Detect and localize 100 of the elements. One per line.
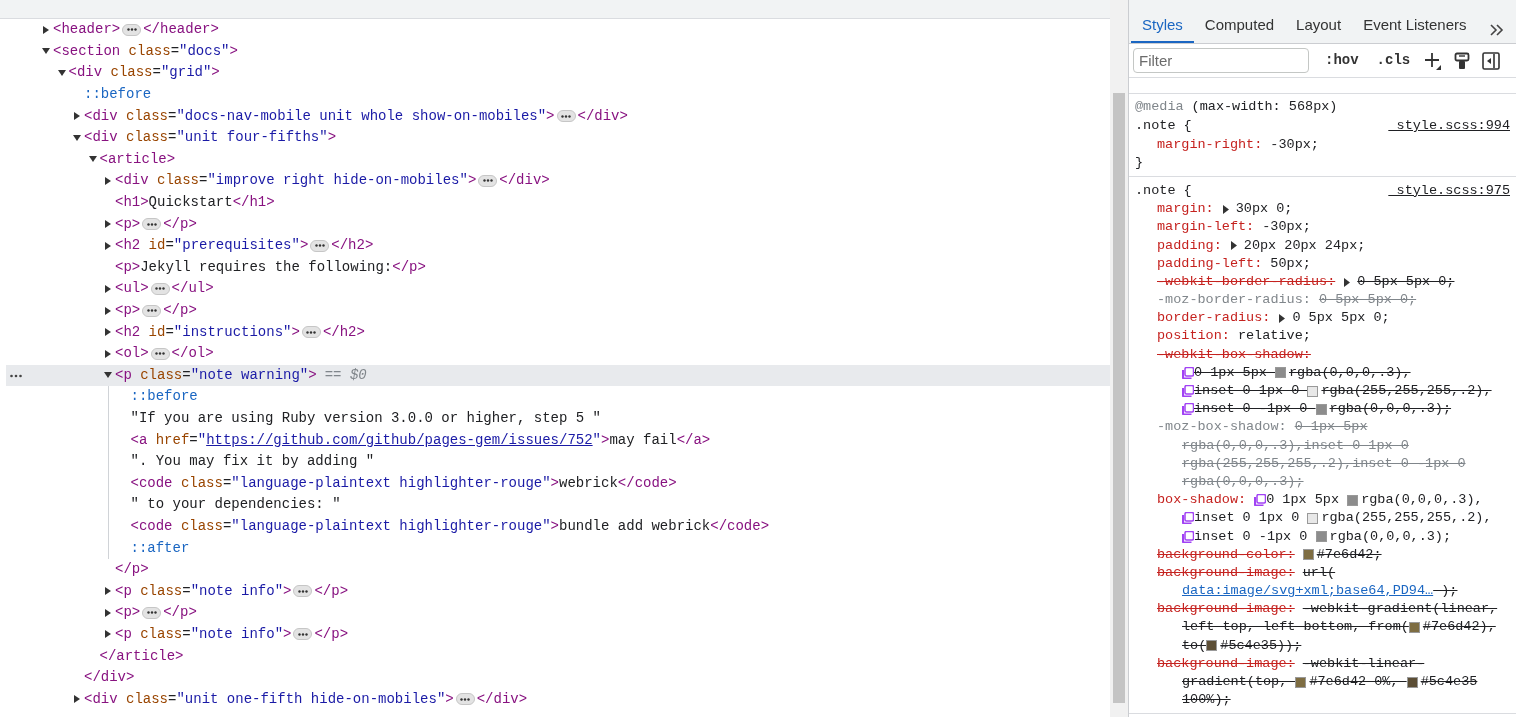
tree-row[interactable]: <ol> </ol> [6,342,1110,365]
tree-row[interactable]: <p> </p> [6,602,1110,624]
tree-row[interactable]: <header> </header> [6,19,1110,41]
ellipsis-button[interactable] [122,23,142,36]
sidebar-tab[interactable]: Event Listeners [1352,13,1478,43]
tree-row[interactable]: <h2 id="prerequisites"> </h2> [6,234,1110,257]
color-swatch[interactable] [1315,531,1327,543]
collapse-arrow-icon[interactable] [73,133,81,142]
ellipsis-button[interactable] [293,585,313,598]
collapse-arrow-icon[interactable] [42,47,50,56]
ellipsis-button[interactable] [293,628,313,641]
tree-row[interactable]: <p class="note info"> </p> [6,623,1110,646]
property-name[interactable]: background-image: [1157,599,1295,620]
expand-arrow-icon[interactable] [73,695,81,704]
expand-arrow-icon[interactable] [104,306,112,315]
color-swatch[interactable] [1408,622,1420,634]
expand-arrow-icon[interactable] [104,630,112,639]
expand-arrow-icon[interactable] [104,349,112,358]
toolbar-button[interactable]: :hov [1323,50,1361,71]
source-link[interactable]: _style.scss:975 [1388,180,1510,201]
tree-row[interactable]: <div class="unit four-fifths"> [6,126,1110,149]
tree-row[interactable]: </div> [6,666,1110,689]
ellipsis-button[interactable] [310,239,330,252]
expand-arrow-icon[interactable] [1229,241,1238,251]
tree-row[interactable]: <section class="docs"> [6,40,1110,63]
color-swatch[interactable] [1406,676,1418,688]
property-name[interactable]: -webkit-box-shadow: [1157,344,1311,365]
property-name[interactable]: margin-right: [1157,134,1263,156]
sidebar-tab[interactable]: Computed [1193,13,1286,43]
tree-row[interactable]: <a href="https://github.com/github/pages-gem/issues/752">may fail</a> [6,429,1110,451]
tree-row[interactable]: <p> </p> [6,213,1110,235]
tree-row[interactable]: <code class="language-plaintext highlighter-rouge">webrick</code> [6,472,1110,495]
property-name[interactable]: border-radius: [1157,308,1271,329]
property-name[interactable]: box-shadow: [1157,490,1247,511]
shadow-editor-icon[interactable] [1182,403,1194,416]
expand-arrow-icon[interactable] [1221,204,1230,214]
expand-arrow-icon[interactable] [42,25,50,34]
tree-row[interactable]: <p> </p> [6,299,1110,322]
tree-row[interactable]: ::after [6,537,1110,559]
tree-row[interactable]: <div class="grid"> [6,62,1110,84]
tree-row[interactable]: "If you are using Ruby version 3.0.0 or higher, step 5 " [6,407,1110,430]
property-name[interactable]: margin: [1157,199,1214,220]
ellipsis-button[interactable] [455,693,475,706]
tree-row[interactable]: </p> [6,558,1110,581]
ellipsis-button[interactable] [142,218,162,231]
ellipsis-button[interactable] [556,110,576,123]
property-name[interactable]: position: [1157,326,1230,347]
filter-field[interactable]: Filter [1133,48,1309,73]
tree-row[interactable]: <div class="docs-nav-mobile unit whole show-on-mobiles"> </div> [6,105,1110,127]
expand-arrow-icon[interactable] [1278,313,1287,323]
tree-row[interactable]: ::before [6,386,1110,408]
tree-row[interactable]: " to your dependencies: " [6,494,1110,516]
expand-arrow-icon[interactable] [104,587,112,596]
color-swatch[interactable] [1302,549,1314,561]
property-name[interactable]: background-image: [1157,653,1295,675]
tree-row[interactable]: ". You may fix it by adding " [6,450,1110,473]
shadow-editor-icon[interactable] [1182,385,1194,398]
expand-arrow-icon[interactable] [104,284,112,293]
collapse-arrow-icon[interactable] [57,69,66,77]
url-link[interactable]: https://github.com/github/pages-gem/issues/752 [206,429,593,451]
ellipsis-button[interactable] [150,347,170,360]
tree-row[interactable]: </article> [6,645,1110,667]
property-name[interactable]: padding: [1157,235,1222,256]
property-name[interactable]: -webkit-border-radius: [1157,271,1336,293]
expand-arrow-icon[interactable] [104,220,112,229]
property-name[interactable]: -moz-border-radius: [1157,290,1311,311]
shadow-editor-icon[interactable] [1182,530,1194,543]
ellipsis-button[interactable] [150,282,170,295]
sidebar-tab[interactable]: Styles [1131,13,1194,43]
color-swatch[interactable] [1347,494,1359,506]
shadow-editor-icon[interactable] [1254,494,1267,507]
expand-arrow-icon[interactable] [104,608,112,617]
property-name[interactable]: margin-left: [1157,217,1255,238]
toolbar-button[interactable]: .cls [1374,50,1413,71]
more-tabs-icon[interactable] [1490,24,1504,36]
tree-row[interactable]: <code class="language-plaintext highlighter-rouge">bundle add webrick</code> [6,515,1110,538]
ellipsis-button[interactable] [301,326,321,339]
tree-row[interactable]: <article> [6,148,1110,171]
tree-row[interactable]: <p class="note info"> </p> [6,580,1110,603]
tree-row[interactable]: <div class="improve right hide-on-mobiles"> </div> [6,170,1110,192]
collapse-arrow-icon[interactable] [88,155,97,164]
color-swatch[interactable] [1307,512,1319,524]
color-swatch[interactable] [1275,367,1286,379]
tree-row[interactable]: <p>Jekyll requires the following:</p> [6,256,1110,279]
ellipsis-button[interactable] [142,304,162,317]
scrollbar[interactable] [1110,0,1128,717]
ellipsis-button[interactable] [478,174,498,187]
data-url-link[interactable]: data:image/svg+xml;base64,PD94… [1182,581,1434,602]
tree-row[interactable]: <h1>Quickstart</h1> [6,191,1110,214]
property-name[interactable]: padding-left: [1157,253,1263,274]
collapse-arrow-icon[interactable] [104,371,112,380]
expand-arrow-icon[interactable] [104,176,112,185]
plus-icon[interactable] [1424,51,1443,70]
ellipsis-button[interactable] [142,606,162,619]
tree-row[interactable]: <div class="unit one-fifth hide-on-mobiles"> </div> [6,688,1110,710]
property-name[interactable]: background-color: [1157,544,1295,565]
tree-row[interactable]: <ul> </ul> [6,278,1110,300]
sidebar-toggle-icon[interactable] [1482,51,1501,70]
shadow-editor-icon[interactable] [1182,366,1194,379]
property-name[interactable]: -moz-box-shadow: [1157,417,1287,438]
